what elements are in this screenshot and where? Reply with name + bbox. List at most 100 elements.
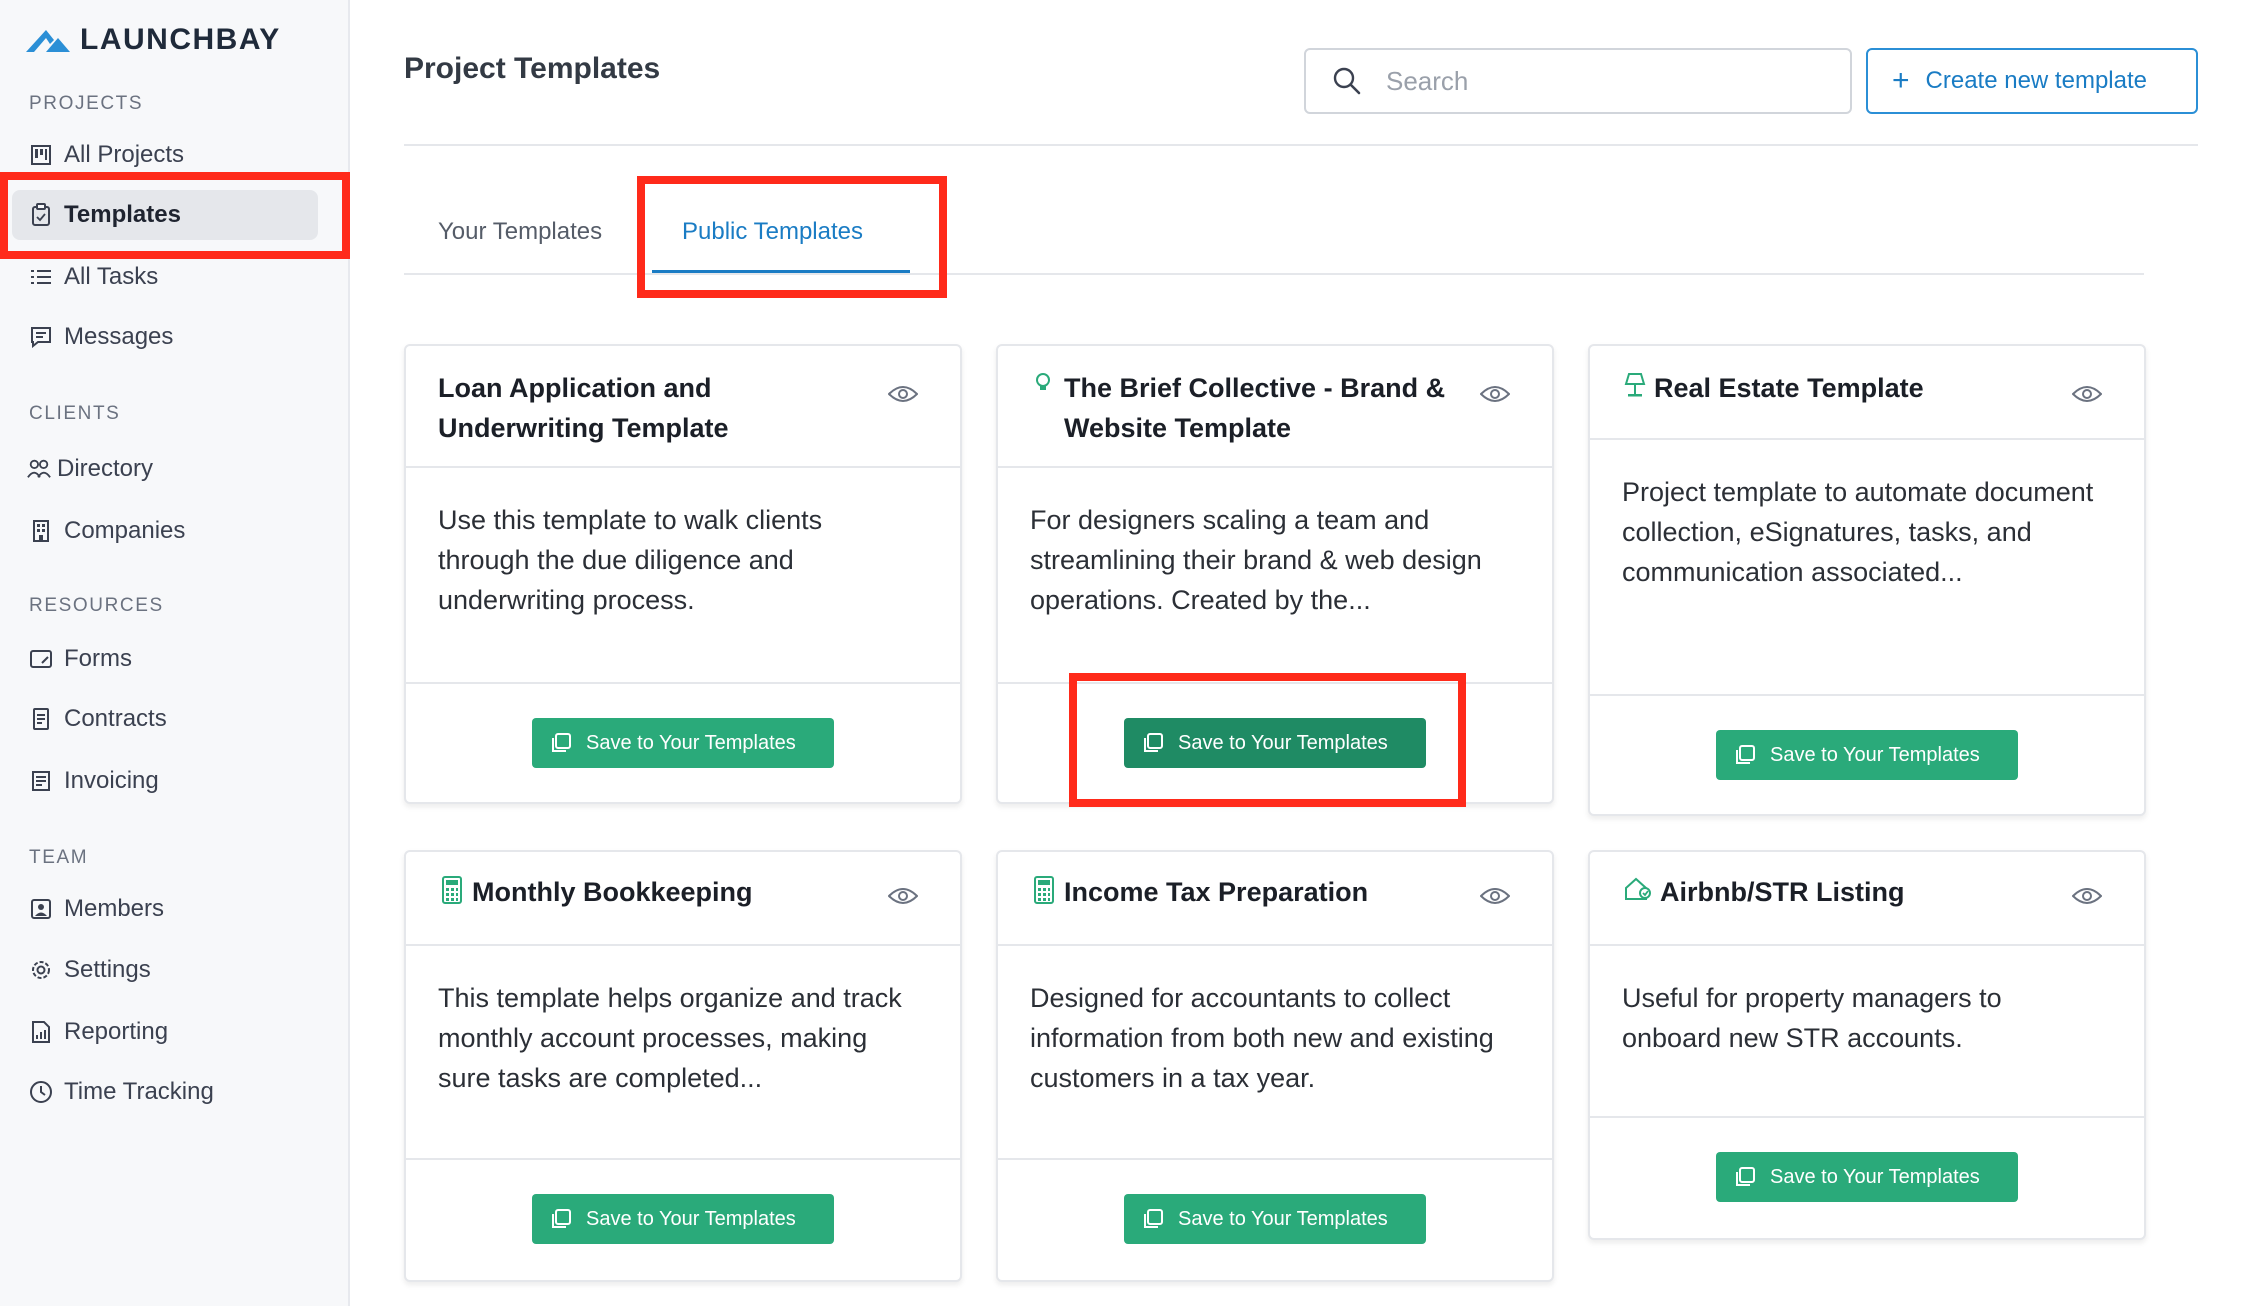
eye-icon[interactable] [2072,384,2102,404]
eye-icon[interactable] [1480,886,1510,906]
tab-your-templates[interactable]: Your Templates [438,218,602,246]
eye-icon[interactable] [1480,384,1510,404]
sidebar-item-label: Messages [64,323,174,350]
copy-icon [1736,1167,1755,1186]
card-title-row: The Brief Collective - Brand & Website T… [1034,368,1474,448]
tab-public-templates[interactable]: Public Templates [682,218,863,246]
card-description: This template helps organize and track m… [438,983,902,1093]
template-card[interactable]: The Brief Collective - Brand & Website T… [996,344,1554,804]
template-card[interactable]: Monthly Bookkeeping This template helps … [404,850,962,1282]
clock-icon [29,1080,53,1104]
sidebar-item-contracts[interactable]: Contracts [12,694,318,744]
card-footer: Save to Your Templates [998,1158,1552,1284]
sidebar-item-all-tasks[interactable]: All Tasks [12,252,318,302]
sidebar-item-invoicing[interactable]: Invoicing [12,756,318,806]
sidebar-item-time-tracking[interactable]: Time Tracking [12,1067,318,1117]
search-icon [1332,66,1362,96]
app-name: LAUNCHBAY [80,23,281,56]
sidebar-item-label: Invoicing [64,767,159,794]
sidebar-item-all-projects[interactable]: All Projects [12,130,318,180]
sidebar-item-label: All Tasks [64,263,159,290]
sidebar-item-label: All Projects [64,141,185,168]
sidebar-item-label: Reporting [64,1018,169,1045]
sidebar-item-label: Settings [64,956,151,983]
form-icon [29,647,53,671]
section-team: TEAM [29,847,89,868]
save-button-label: Save to Your Templates [586,731,796,754]
plus-icon: + [1892,64,1910,97]
card-title: The Brief Collective - Brand & Website T… [1064,373,1446,443]
save-button-label: Save to Your Templates [1178,1207,1388,1230]
lamp-icon [1624,368,1646,400]
card-footer: Save to Your Templates [1590,694,2144,818]
sidebar-item-templates[interactable]: Templates [12,190,318,240]
sidebar-item-label: Members [64,895,165,922]
card-title: Real Estate Template [1654,373,1924,403]
sidebar-item-forms[interactable]: Forms [12,634,318,684]
card-title: Loan Application and Underwriting Templa… [438,373,729,443]
card-description: Useful for property managers to onboard … [1622,983,2002,1053]
calculator-icon [1034,872,1056,904]
template-card[interactable]: Income Tax Preparation Designed for acco… [996,850,1554,1282]
sidebar-item-label: Templates [64,201,181,228]
card-footer: Save to Your Templates [406,682,960,806]
sidebar-item-reporting[interactable]: Reporting [12,1007,318,1057]
copy-icon [1144,1209,1163,1228]
sidebar-item-messages[interactable]: Messages [12,312,318,362]
card-footer: Save to Your Templates [406,1158,960,1284]
member-card-icon [29,897,53,921]
app-logo[interactable]: LAUNCHBAY [24,20,281,60]
card-footer: Save to Your Templates [998,682,1552,806]
save-to-templates-button[interactable]: Save to Your Templates [1124,718,1426,768]
save-button-label: Save to Your Templates [1770,1165,1980,1188]
save-to-templates-button[interactable]: Save to Your Templates [1716,1152,2018,1202]
copy-icon [1736,745,1755,764]
header-divider [404,144,2198,146]
template-card[interactable]: Airbnb/STR Listing Useful for property m… [1588,850,2146,1240]
save-to-templates-button[interactable]: Save to Your Templates [1716,730,2018,780]
gear-icon [29,958,53,982]
card-header: Real Estate Template [1590,346,2144,440]
card-header: Airbnb/STR Listing [1590,852,2144,946]
save-to-templates-button[interactable]: Save to Your Templates [532,1194,834,1244]
save-to-templates-button[interactable]: Save to Your Templates [532,718,834,768]
copy-icon [552,733,571,752]
create-template-label: Create new template [1925,67,2147,94]
launchbay-logo-icon [26,30,70,52]
eye-icon[interactable] [888,886,918,906]
copy-icon [1144,733,1163,752]
card-description: Use this template to walk clients throug… [438,505,823,615]
save-to-templates-button[interactable]: Save to Your Templates [1124,1194,1426,1244]
report-icon [29,1020,53,1044]
house-icon [1624,872,1652,904]
card-title: Income Tax Preparation [1064,877,1369,907]
search-box[interactable] [1304,48,1852,114]
invoice-icon [29,769,53,793]
card-title-row: Airbnb/STR Listing [1624,872,2054,912]
search-input[interactable] [1384,64,1828,98]
sidebar-item-directory[interactable]: Directory [12,444,318,494]
eye-icon[interactable] [2072,886,2102,906]
people-icon [27,457,51,481]
sidebar-item-members[interactable]: Members [12,884,318,934]
save-button-label: Save to Your Templates [1770,743,1980,766]
sidebar-item-companies[interactable]: Companies [12,506,318,556]
page-title: Project Templates [404,52,661,85]
sidebar-item-label: Contracts [64,705,167,732]
sidebar-item-label: Forms [64,645,132,672]
sidebar-item-settings[interactable]: Settings [12,945,318,995]
message-icon [29,325,53,349]
copy-icon [552,1209,571,1228]
card-description: Project template to automate document co… [1622,477,2094,587]
active-tab-indicator [652,270,910,273]
create-template-button[interactable]: + Create new template [1866,48,2198,114]
template-card[interactable]: Real Estate Template Project template to… [1588,344,2146,816]
card-title-row: Income Tax Preparation [1034,872,1464,912]
building-icon [29,519,53,543]
template-card[interactable]: Loan Application and Underwriting Templa… [404,344,962,804]
eye-icon[interactable] [888,384,918,404]
list-icon [29,265,53,289]
clipboard-icon [29,203,53,227]
board-icon [29,143,53,167]
sidebar-item-label: Companies [64,517,186,544]
